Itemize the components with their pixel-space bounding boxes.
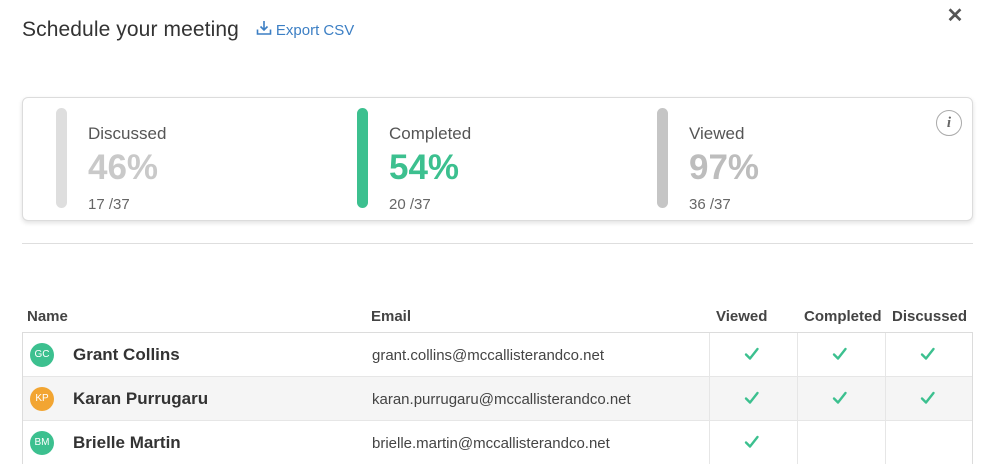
row-email: grant.collins@mccallisterandco.net	[372, 347, 604, 364]
cell-divider	[709, 377, 710, 421]
column-header-discussed[interactable]: Discussed	[892, 308, 967, 325]
header: Schedule your meeting Export CSV	[22, 18, 354, 42]
cell-divider	[709, 421, 710, 464]
cell-divider	[797, 333, 798, 377]
cell-divider	[885, 377, 886, 421]
export-csv-link[interactable]: Export CSV	[256, 20, 354, 40]
row-email: karan.purrugaru@mccallisterandco.net	[372, 391, 631, 408]
recipients-table: Name Email Viewed Completed Discussed GC…	[22, 300, 973, 464]
export-csv-label: Export CSV	[275, 21, 355, 39]
cell-divider	[709, 333, 710, 377]
check-icon	[832, 347, 847, 360]
page-title: Schedule your meeting	[22, 18, 239, 41]
download-icon	[256, 20, 276, 40]
divider	[22, 243, 973, 244]
table-row[interactable]: GC Grant Collins grant.collins@mccallister…	[23, 333, 972, 377]
stat-bar	[56, 108, 67, 208]
stats-card: Discussed 46% 17 /37 Completed 54% 20 /3…	[22, 97, 973, 221]
table-row[interactable]: BM Brielle Martin brielle.martin@mccallist…	[23, 421, 972, 464]
check-icon	[920, 391, 935, 404]
stat-percent: 97%	[689, 148, 760, 187]
info-icon[interactable]: i	[936, 110, 962, 136]
stat-count: 17 /37	[88, 196, 130, 213]
stat-bar	[357, 108, 368, 208]
stat-bar	[657, 108, 668, 208]
table-body: GC Grant Collins grant.collins@mccallister…	[22, 333, 973, 464]
stat-percent: 46%	[88, 148, 159, 187]
stat-count: 36 /37	[689, 196, 731, 213]
check-icon	[920, 347, 935, 360]
cell-divider	[797, 377, 798, 421]
cell-divider	[885, 333, 886, 377]
avatar: GC	[30, 343, 54, 367]
check-icon	[832, 391, 847, 404]
avatar: KP	[30, 387, 54, 411]
cell-divider	[885, 421, 886, 464]
cell-divider	[797, 421, 798, 464]
close-icon[interactable]: ✕	[945, 6, 965, 26]
stat-label: Discussed	[88, 124, 167, 143]
table-row[interactable]: KP Karan Purrugaru karan.purrugaru@mccalli…	[23, 377, 972, 421]
stat-count: 20 /37	[389, 196, 431, 213]
column-header-email[interactable]: Email	[371, 308, 411, 325]
row-email: brielle.martin@mccallisterandco.net	[372, 435, 610, 452]
check-icon	[744, 435, 759, 448]
table-header: Name Email Viewed Completed Discussed	[22, 300, 973, 333]
check-icon	[744, 347, 759, 360]
column-header-completed[interactable]: Completed	[804, 308, 882, 325]
row-name: Brielle Martin	[73, 433, 181, 452]
stat-label: Viewed	[689, 124, 745, 143]
column-header-viewed[interactable]: Viewed	[716, 308, 767, 325]
stat-label: Completed	[389, 124, 472, 143]
column-header-name[interactable]: Name	[27, 308, 68, 325]
row-name: Grant Collins	[73, 345, 180, 364]
avatar: BM	[30, 431, 54, 455]
stat-percent: 54%	[389, 148, 460, 187]
row-name: Karan Purrugaru	[73, 389, 209, 408]
check-icon	[744, 391, 759, 404]
